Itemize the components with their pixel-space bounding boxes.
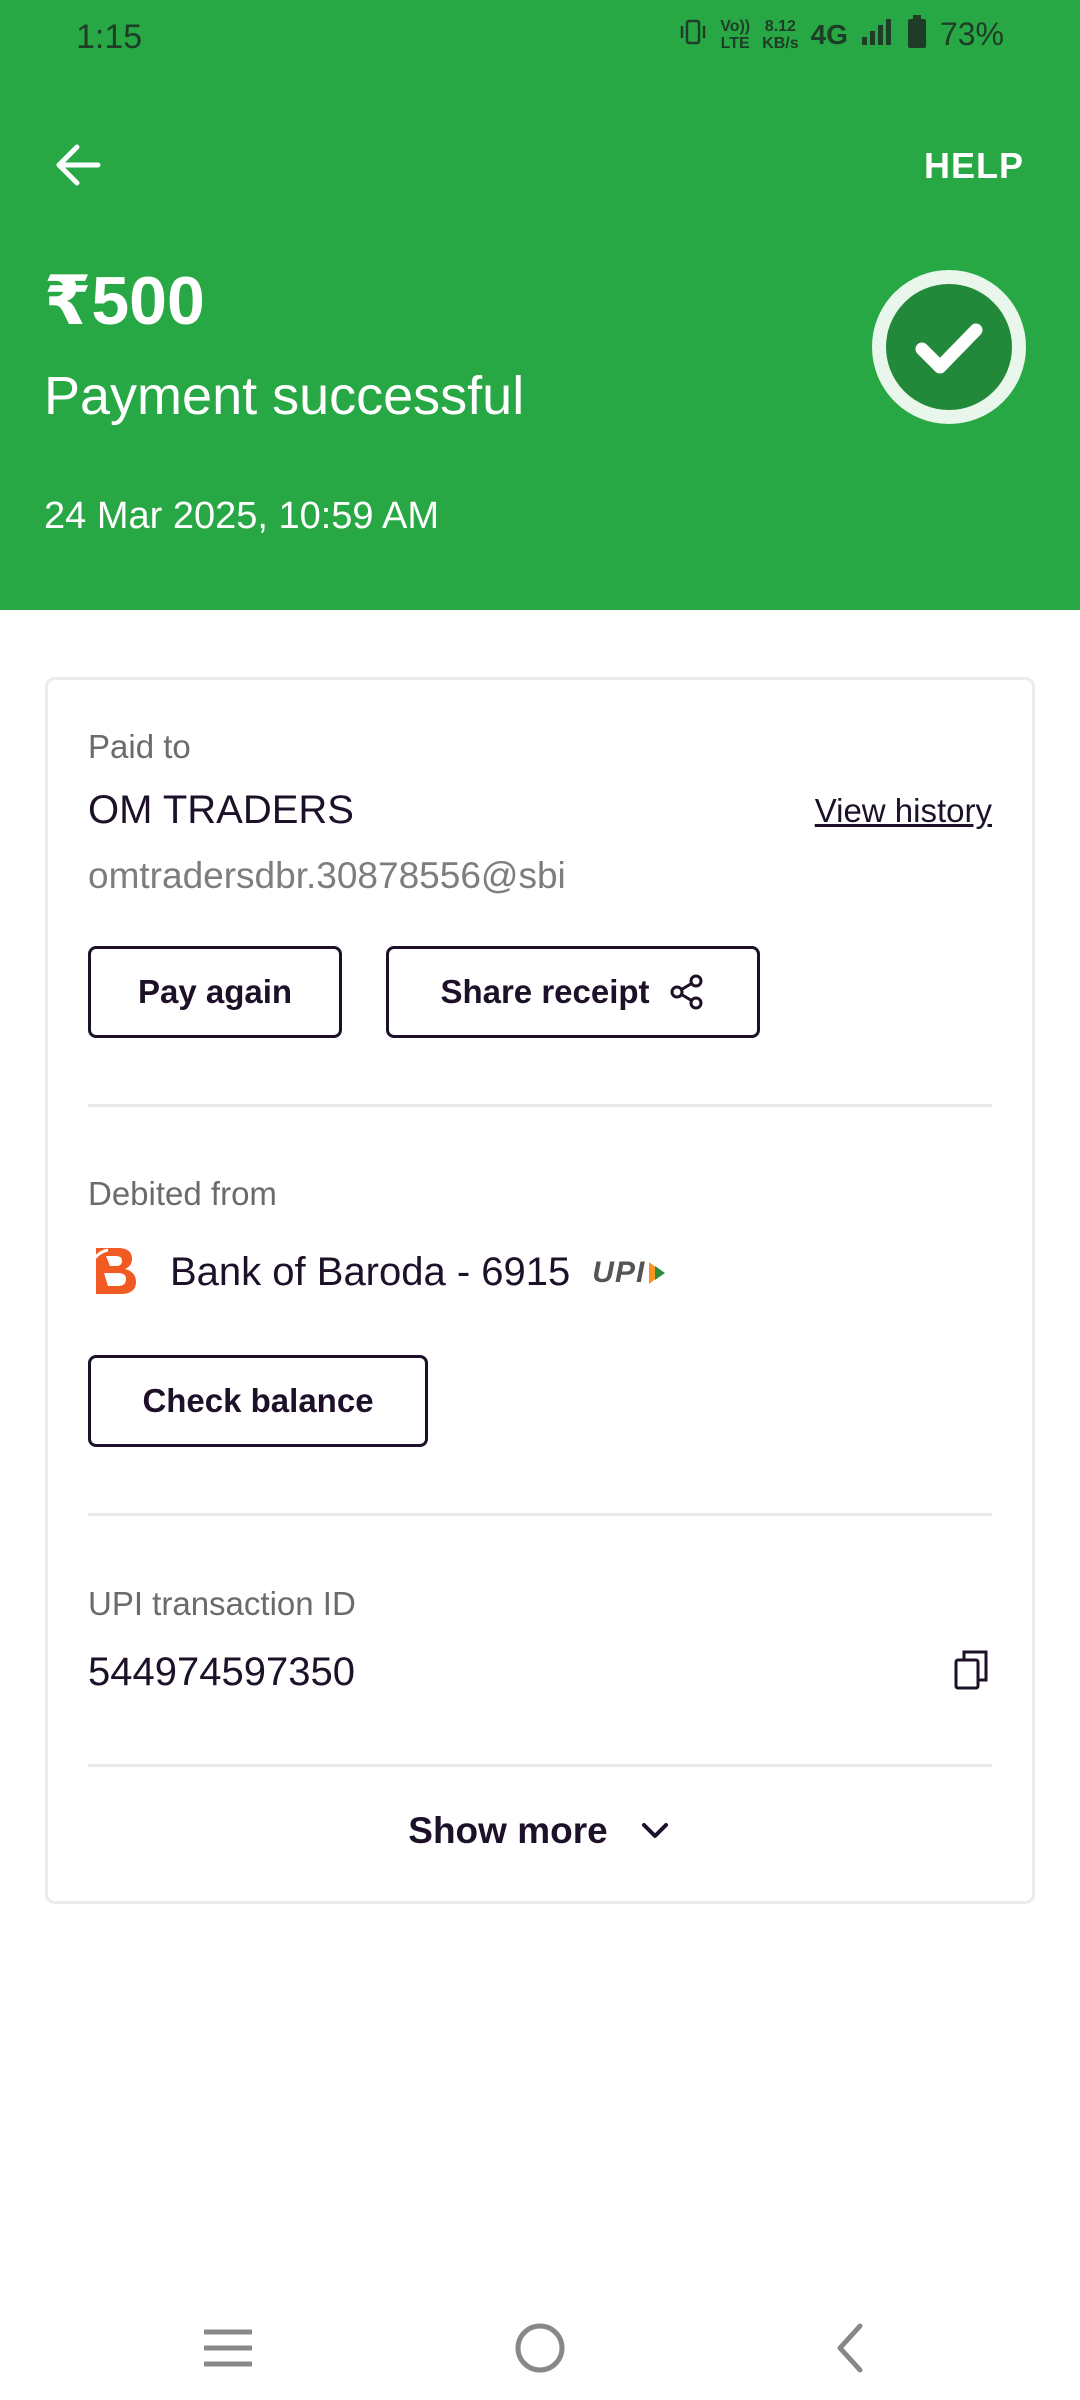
pay-again-label: Pay again: [137, 973, 293, 1010]
status-bar: 1:15 Vo)) LTE 8.12 KB/s 4G 73%: [0, 0, 1080, 80]
payment-amount: ₹500: [44, 263, 205, 339]
section-divider: [88, 1104, 992, 1107]
status-icons: Vo)) LTE 8.12 KB/s 4G 73%: [678, 14, 1004, 55]
nav-back-button[interactable]: [820, 2318, 880, 2378]
bank-name: Bank of Baroda - 6915: [170, 1250, 571, 1294]
transaction-id-label: UPI transaction ID: [88, 1585, 356, 1622]
network-type: 4G: [810, 18, 848, 50]
upi-logo: UPI: [592, 1256, 667, 1290]
help-button[interactable]: HELP: [924, 145, 1024, 187]
network-speed: 8.12 KB/s: [762, 18, 798, 52]
battery-icon: [906, 14, 928, 55]
bank-account-row: Bank of Baroda - 6915 UPI: [88, 1242, 667, 1303]
share-icon: [670, 974, 703, 1010]
check-balance-button[interactable]: Check balance: [88, 1355, 428, 1447]
back-chevron-icon: [837, 2323, 863, 2373]
payee-upi-id: omtradersdbr.30878556@sbi: [88, 855, 566, 896]
upi-logo-text: UPI: [592, 1255, 646, 1289]
payment-datetime: 24 Mar 2025, 10:59 AM: [44, 495, 440, 537]
system-navigation-bar: [0, 2290, 1080, 2400]
volte-bottom-text: LTE: [720, 34, 750, 52]
show-more-button[interactable]: Show more: [48, 1810, 1032, 1852]
check-balance-label: Check balance: [142, 1382, 374, 1419]
payment-header: 1:15 Vo)) LTE 8.12 KB/s 4G 73% HELP ₹500…: [0, 0, 1080, 610]
status-time: 1:15: [76, 18, 143, 56]
pay-again-button[interactable]: Pay again: [88, 946, 342, 1038]
view-history-link[interactable]: View history: [815, 792, 992, 830]
payee-name: OM TRADERS: [88, 788, 354, 832]
check-circle-icon: [872, 270, 1026, 424]
recent-apps-button[interactable]: [198, 2318, 258, 2378]
speed-unit: KB/s: [762, 34, 799, 52]
signal-icon: [860, 17, 894, 52]
menu-icon: [204, 2329, 252, 2367]
transaction-details-card: Paid to OM TRADERS View history omtrader…: [45, 677, 1035, 1904]
back-button[interactable]: [48, 135, 108, 195]
section-divider: [88, 1764, 992, 1767]
share-receipt-button[interactable]: Share receipt: [386, 946, 760, 1038]
payment-status-title: Payment successful: [44, 366, 525, 426]
transaction-id-row: 544974597350: [88, 1648, 992, 1697]
paid-to-label: Paid to: [88, 728, 191, 765]
chevron-down-icon: [641, 1823, 668, 1838]
show-more-label: Show more: [408, 1810, 608, 1851]
battery-percent: 73%: [939, 16, 1004, 52]
section-divider: [88, 1513, 992, 1516]
volte-top-text: Vo)): [720, 17, 751, 35]
home-circle-icon: [515, 2323, 565, 2373]
transaction-id-value: 544974597350: [88, 1650, 355, 1694]
volte-indicator: Vo)) LTE: [720, 18, 750, 52]
vibrate-icon: [678, 17, 708, 52]
copy-icon[interactable]: [952, 1648, 992, 1697]
arrow-left-icon: [56, 144, 101, 186]
speed-value: 8.12: [764, 17, 796, 35]
share-receipt-label: Share receipt: [440, 973, 650, 1010]
home-button[interactable]: [510, 2318, 570, 2378]
debited-from-label: Debited from: [88, 1175, 277, 1212]
bank-of-baroda-logo: [88, 1242, 148, 1303]
